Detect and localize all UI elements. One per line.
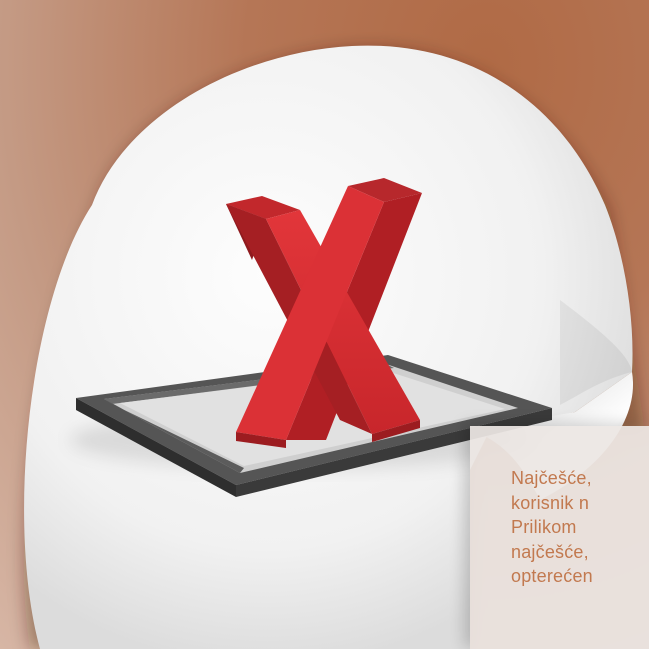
info-line: Prilikom: [511, 517, 577, 537]
info-line: opterećen: [511, 566, 593, 586]
info-line: korisnik n: [511, 492, 590, 513]
info-line: Najčešće,: [511, 468, 592, 488]
info-line: najčešće,: [511, 541, 589, 562]
info-panel: Najčešće, korisnik n Prilikom najčešće, …: [470, 426, 649, 649]
info-text: Najčešće, korisnik n Prilikom najčešće, …: [511, 466, 649, 589]
